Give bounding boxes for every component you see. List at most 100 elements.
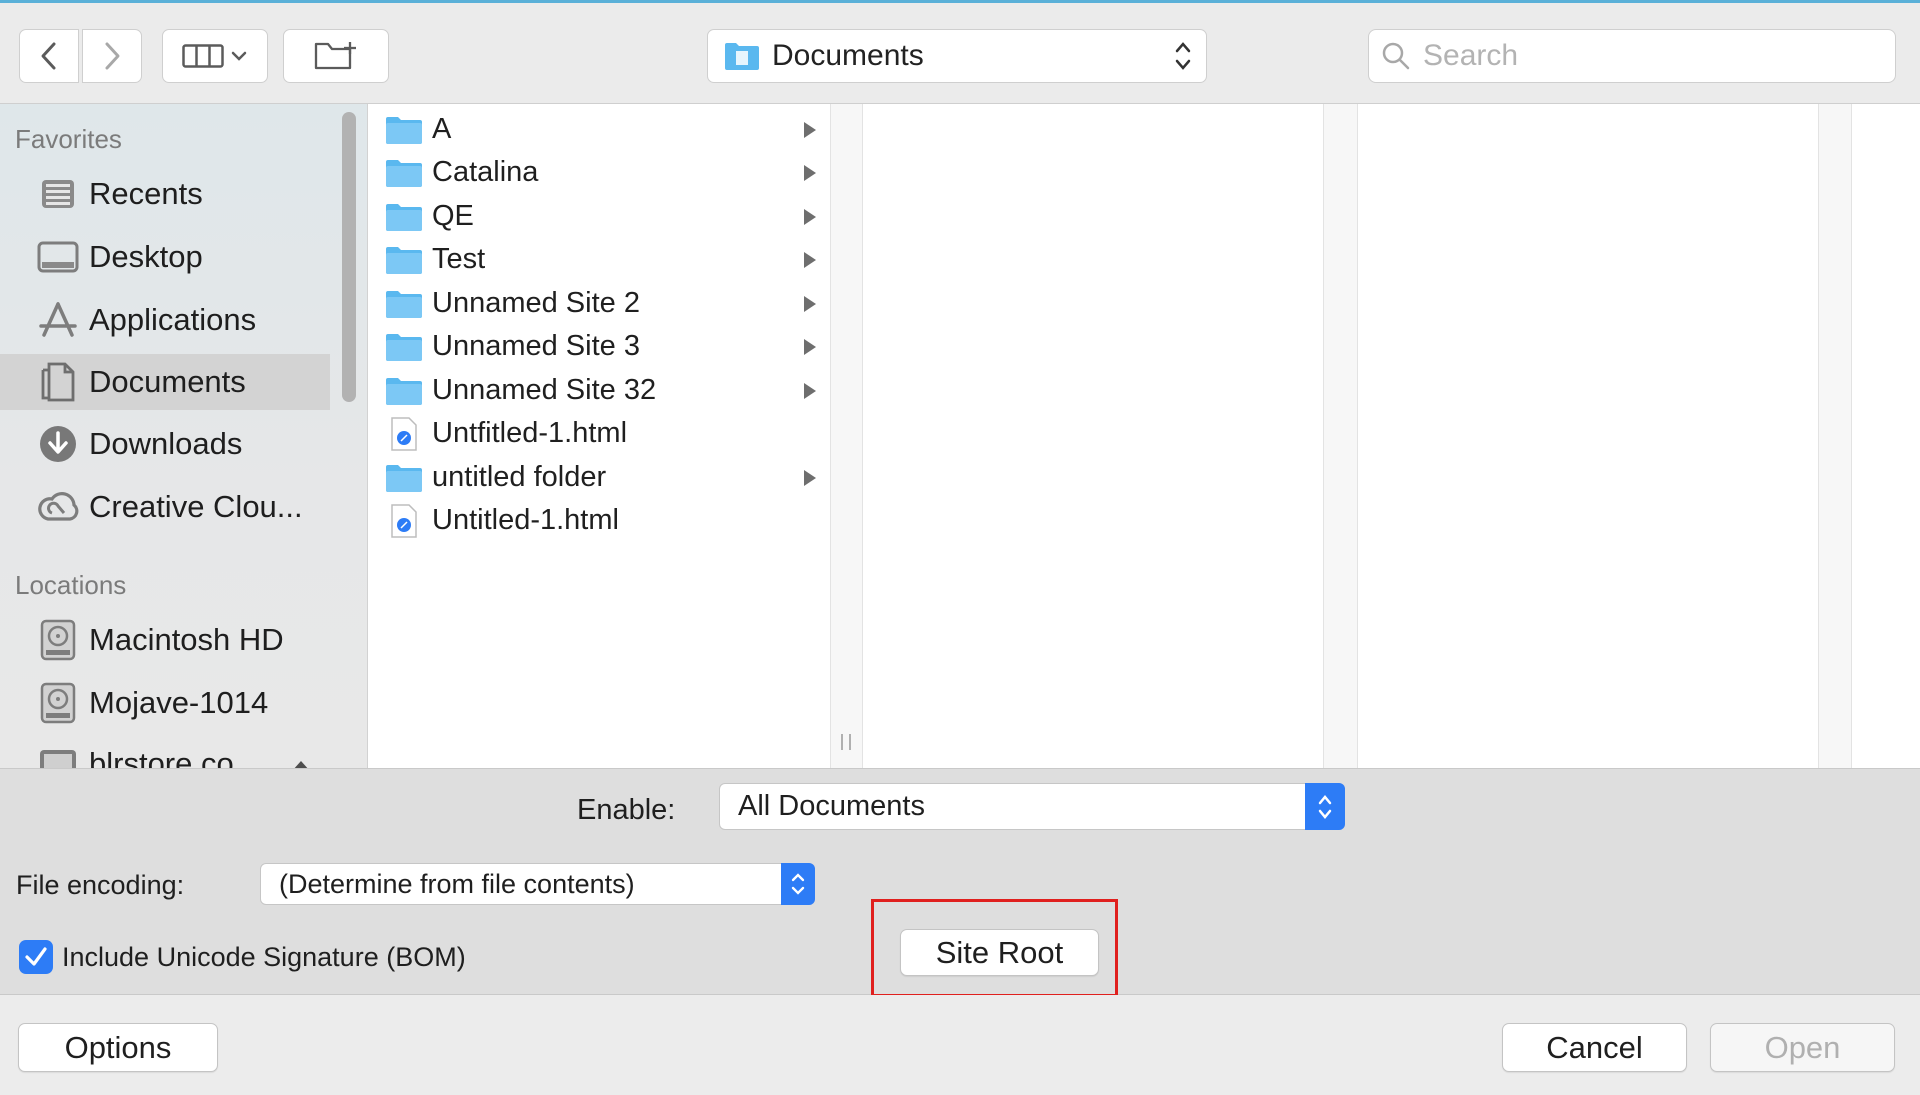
folder-icon [384, 114, 424, 146]
checkmark-icon [25, 947, 47, 966]
dialog-footer: Options Cancel Open [0, 995, 1920, 1095]
sidebar-item-macintosh-hd[interactable]: Macintosh HD [0, 612, 330, 668]
disclosure-arrow-icon [804, 122, 816, 138]
folder-icon [384, 244, 424, 276]
popup-stepper [1305, 783, 1345, 830]
file-column: A Catalina QE Test Unnamed Site 2 Unname… [368, 104, 830, 768]
sidebar-item-label: Documents [89, 364, 246, 399]
file-encoding-popup[interactable]: (Determine from file contents) [260, 863, 815, 905]
sidebar-item-desktop[interactable]: Desktop [0, 229, 330, 285]
recents-icon [36, 174, 80, 214]
highlight-box [871, 899, 1118, 997]
options-button[interactable]: Options [18, 1023, 218, 1072]
sidebar-item-downloads[interactable]: Downloads [0, 416, 330, 472]
folder-icon [384, 201, 424, 233]
search-input[interactable] [1421, 38, 1845, 74]
sidebar-item-label: Creative Clou... [89, 489, 303, 524]
search-field[interactable] [1368, 29, 1896, 83]
downloads-icon [36, 424, 80, 464]
chevron-right-icon [105, 42, 120, 70]
folder-icon [384, 331, 424, 363]
file-name: untitled folder [432, 461, 607, 493]
file-name: A [432, 113, 452, 145]
sidebar-item-documents[interactable]: Documents [0, 354, 330, 410]
sidebar-item-network-drive[interactable]: blrstore.co... [0, 736, 330, 768]
column-resizer[interactable] [830, 104, 863, 768]
file-encoding-value: (Determine from file contents) [279, 868, 635, 899]
sidebar-item-mojave[interactable]: Mojave-1014 [0, 675, 330, 731]
up-down-arrows-icon [1175, 42, 1191, 70]
list-item-folder[interactable]: Catalina [368, 151, 830, 194]
list-item-folder[interactable]: Test [368, 238, 830, 281]
list-item-folder[interactable]: untitled folder [368, 456, 830, 499]
sidebar-scrollbar[interactable] [342, 112, 356, 402]
bom-label: Include Unicode Signature (BOM) [62, 942, 466, 972]
search-icon [1382, 42, 1410, 70]
popup-stepper [781, 863, 815, 905]
list-item-file[interactable]: Untitled-1.html [368, 499, 830, 542]
empty-column [863, 104, 1323, 768]
disclosure-arrow-icon [804, 252, 816, 268]
empty-column [1358, 104, 1818, 768]
locations-header: Locations [15, 570, 127, 600]
cancel-button[interactable]: Cancel [1502, 1023, 1687, 1072]
list-item-folder[interactable]: Unnamed Site 32 [368, 369, 830, 412]
list-item-folder[interactable]: Unnamed Site 3 [368, 325, 830, 368]
eject-icon[interactable] [290, 758, 312, 768]
bom-checkbox[interactable] [19, 940, 53, 974]
file-name: Unnamed Site 32 [432, 374, 657, 406]
sidebar-item-label: blrstore.co... [89, 746, 260, 768]
disclosure-arrow-icon [804, 470, 816, 486]
sidebar-item-label: Downloads [89, 426, 243, 461]
disclosure-arrow-icon [804, 383, 816, 399]
file-encoding-label: File encoding: [16, 870, 185, 900]
path-popup-button[interactable]: Documents [707, 29, 1207, 83]
sidebar-item-label: Desktop [89, 239, 203, 274]
up-down-arrows-icon [791, 873, 805, 895]
column-resizer[interactable] [1323, 104, 1358, 768]
open-button[interactable]: Open [1710, 1023, 1895, 1072]
documents-icon [36, 362, 80, 402]
column-view-icon [182, 44, 224, 68]
file-name: QE [432, 200, 474, 232]
html-file-icon [384, 416, 424, 451]
view-mode-button[interactable] [162, 29, 268, 83]
disclosure-arrow-icon [804, 339, 816, 355]
list-item-folder[interactable]: QE [368, 195, 830, 238]
file-name: Untfitled-1.html [432, 417, 628, 449]
list-item-folder[interactable]: A [368, 108, 830, 151]
enable-value: All Documents [738, 790, 925, 822]
new-folder-icon [314, 42, 356, 70]
sidebar-item-recents[interactable]: Recents [0, 166, 330, 222]
enable-popup[interactable]: All Documents [719, 783, 1345, 830]
up-down-arrows-icon [1318, 794, 1332, 819]
disclosure-arrow-icon [804, 165, 816, 181]
sidebar: Favorites Recents Desktop Applications D… [0, 104, 368, 768]
list-item-folder[interactable]: Unnamed Site 2 [368, 282, 830, 325]
disclosure-arrow-icon [804, 209, 816, 225]
forward-button[interactable] [82, 29, 142, 83]
sidebar-item-label: Mojave-1014 [89, 685, 269, 720]
applications-icon [36, 300, 80, 340]
file-name: Unnamed Site 2 [432, 287, 640, 319]
file-name: Test [432, 243, 486, 275]
hard-drive-icon [36, 682, 80, 724]
enable-label: Enable: [577, 794, 676, 826]
chevron-left-icon [41, 42, 56, 70]
new-folder-button[interactable] [283, 29, 389, 83]
creative-cloud-icon [36, 487, 80, 527]
desktop-icon [36, 237, 80, 277]
list-item-file[interactable]: Untfitled-1.html [368, 412, 830, 455]
sidebar-item-creative-cloud[interactable]: Creative Clou... [0, 479, 330, 535]
folder-icon [384, 375, 424, 407]
favorites-header: Favorites [15, 124, 122, 154]
folder-icon [384, 157, 424, 189]
file-name: Untitled-1.html [432, 504, 619, 536]
sidebar-item-applications[interactable]: Applications [0, 292, 330, 348]
column-resizer[interactable] [1818, 104, 1852, 768]
back-button[interactable] [19, 29, 79, 83]
file-name: Catalina [432, 156, 539, 188]
documents-folder-icon [725, 43, 759, 70]
sidebar-item-label: Macintosh HD [89, 622, 284, 657]
folder-icon [384, 288, 424, 320]
